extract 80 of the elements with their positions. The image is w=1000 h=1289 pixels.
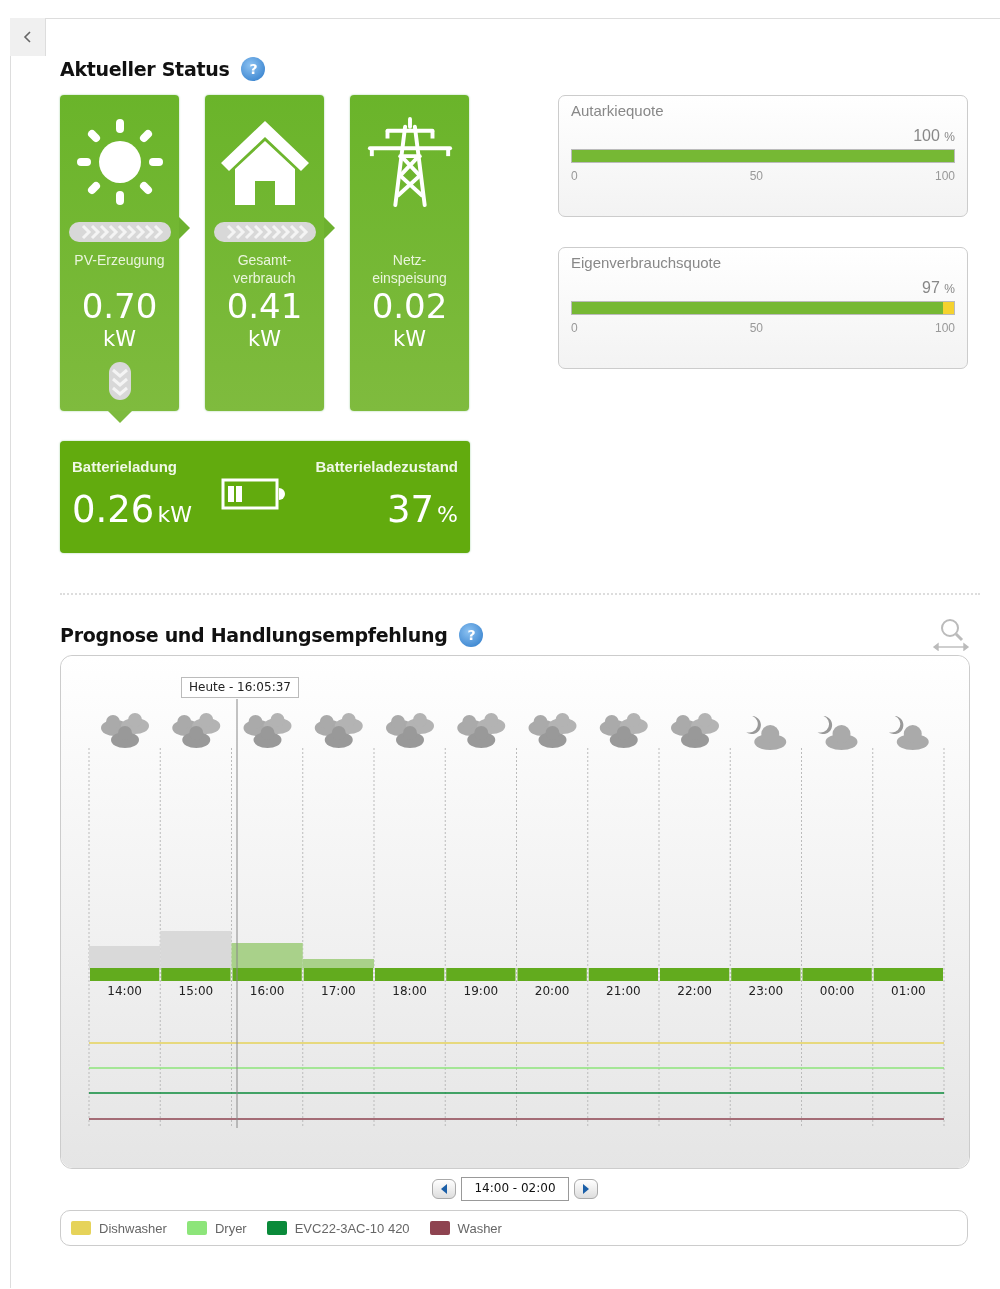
clouds-icon — [457, 713, 506, 748]
battery-state-value: 37% — [387, 489, 458, 533]
legend-label: Dryer — [214, 1220, 247, 1236]
clouds-icon — [599, 713, 648, 748]
tile-label: PV-Erzeugung — [74, 251, 165, 270]
timeline-segment — [446, 968, 516, 981]
gauge-reading: 97 % — [922, 279, 955, 297]
battery-icon — [220, 478, 287, 510]
legend-label: Washer — [457, 1220, 502, 1236]
gauge-title: Autarkiequote — [571, 102, 665, 119]
clouds-icon — [172, 713, 221, 748]
chevron-left-icon — [22, 30, 33, 44]
gauge-tick-label: 0 — [571, 321, 578, 335]
hour-label: 22:00 — [677, 984, 712, 998]
triangle-left-icon — [440, 1184, 449, 1194]
sun-icon — [76, 117, 163, 207]
help-button[interactable]: ? — [241, 57, 266, 81]
moon-cloud-icon — [888, 716, 929, 750]
hour-label: 01:00 — [891, 984, 926, 998]
tile-unit: kW — [393, 326, 426, 353]
battery-charge-label: Batterieladung — [72, 458, 178, 475]
timeline-segment — [303, 968, 373, 981]
timeline-segment — [161, 968, 231, 981]
hour-label: 21:00 — [606, 984, 641, 998]
next-button[interactable] — [573, 1179, 598, 1199]
moon-cloud-icon — [746, 716, 787, 750]
gauge-tick-label: 50 — [749, 169, 763, 183]
legend-label: Dishwasher — [99, 1220, 167, 1236]
hour-label: 17:00 — [321, 984, 356, 998]
clouds-icon — [386, 713, 434, 748]
moon-cloud-icon — [817, 716, 858, 750]
hour-label: 00:00 — [819, 984, 855, 998]
timeline-segment — [517, 968, 587, 981]
tile-label: Netz- einspeisung — [372, 251, 447, 287]
previous-button[interactable] — [432, 1179, 457, 1199]
timeline-segment — [660, 968, 730, 981]
timeline-segment — [731, 968, 801, 981]
timeline-segment — [802, 968, 872, 981]
current-time-label: Heute - 16:05:37 — [181, 677, 299, 698]
tile-unit: kW — [103, 326, 136, 353]
tile-value: 0.41 — [226, 287, 303, 325]
tile-value: 0.02 — [371, 287, 448, 325]
gauge-tick-label: 0 — [571, 169, 578, 183]
battery-charge-value: 0.26 kW — [72, 489, 192, 533]
battery-state-label: Batterieladezustand — [315, 458, 458, 475]
tile-label: Gesamt- verbrauch — [233, 251, 296, 287]
power-pylon-icon — [366, 117, 453, 207]
gauge-tick-label: 100 — [934, 321, 955, 335]
hour-label: 19:00 — [463, 984, 499, 998]
tile-unit: kW — [248, 326, 281, 353]
timeline-segment — [90, 968, 160, 981]
flow-arrow — [179, 217, 190, 239]
gauge-title: Eigenverbrauchsquote — [571, 254, 723, 271]
clouds-icon — [243, 713, 292, 748]
gauge-reading: 100 % — [913, 127, 955, 145]
gauge-tick-label: 50 — [749, 321, 763, 335]
hour-label: 15:00 — [178, 984, 214, 998]
clouds-icon — [101, 713, 149, 748]
help-button[interactable]: ? — [459, 623, 484, 647]
section-title: Aktueller Status — [60, 58, 230, 80]
hour-label: 18:00 — [392, 984, 427, 998]
gauge-tick-label: 100 — [934, 169, 955, 183]
time-range-field[interactable]: 14:00 - 02:00 — [461, 1177, 569, 1201]
tile-value: 0.70 — [81, 287, 158, 325]
hour-label: 14:00 — [107, 984, 142, 998]
hour-label: 16:00 — [249, 984, 285, 998]
flow-arrow — [324, 217, 335, 239]
flow-arrow — [108, 411, 132, 423]
hour-label: 23:00 — [748, 984, 784, 998]
timeline-segment — [873, 968, 943, 981]
timeline-segment — [232, 968, 302, 981]
hour-label: 20:00 — [534, 984, 570, 998]
triangle-right-icon — [581, 1184, 590, 1194]
legend-label: EVC22-3AC-10 420 — [294, 1220, 410, 1236]
timeline-segment — [588, 968, 658, 981]
section-title: Prognose und Handlungsempfehlung — [60, 624, 448, 646]
clouds-icon — [671, 713, 719, 748]
clouds-icon — [314, 713, 363, 748]
clouds-icon — [528, 713, 577, 748]
timeline-segment — [375, 968, 445, 981]
